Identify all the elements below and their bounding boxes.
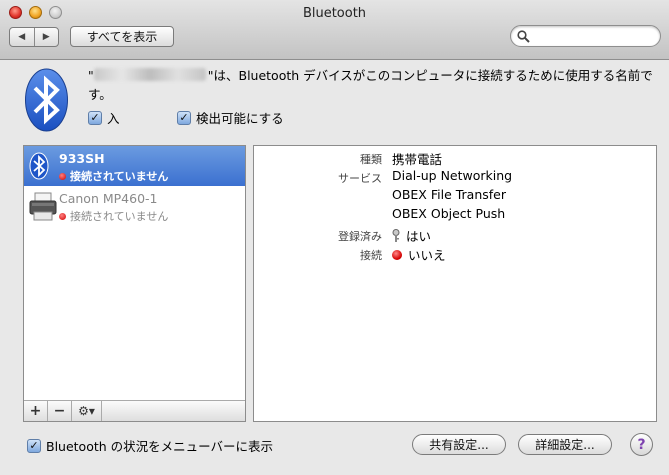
device-row-933sh[interactable]: 933SH 接続されていません [24, 146, 245, 186]
show-in-menubar-label: Bluetooth の状況をメニューバーに表示 [46, 439, 274, 454]
nav-segment: ◀ ▶ [9, 27, 59, 47]
device-status: 接続されていません [59, 208, 168, 224]
discoverable-checkbox-label: 検出可能にする [196, 111, 284, 126]
sharing-setup-button[interactable]: 共有設定... [412, 434, 506, 455]
disconnected-dot-icon [392, 249, 402, 260]
device-name: 933SH [59, 151, 105, 166]
checkmark-icon: ✓ [27, 438, 41, 453]
paired-value-text: はい [406, 229, 432, 244]
paired-value: はい [392, 226, 431, 245]
service-item: Dial-up Networking [392, 168, 513, 183]
connected-value: いいえ [392, 245, 446, 264]
show-in-menubar-checkbox[interactable]: ✓ Bluetooth の状況をメニューバーに表示 [27, 436, 273, 455]
bluetooth-icon [29, 152, 49, 180]
back-button[interactable]: ◀ [10, 28, 34, 46]
service-item: OBEX File Transfer [392, 187, 507, 202]
device-details: 種類 携帯電話 サービス Dial-up Networking OBEX Fil… [253, 145, 657, 422]
advanced-button[interactable]: 詳細設定... [518, 434, 612, 455]
help-button[interactable]: ? [630, 433, 653, 456]
paired-label: 登録済み [338, 230, 382, 243]
connected-label: 接続 [360, 249, 382, 262]
remove-device-button[interactable]: − [48, 401, 72, 421]
device-row-canon[interactable]: Canon MP460-1 接続されていません [24, 186, 245, 226]
checkmark-icon: ✓ [88, 110, 102, 125]
services-label: サービス [338, 172, 382, 185]
bluetooth-logo-icon [25, 68, 68, 132]
search-icon [517, 30, 530, 43]
detail-type-row: 種類 携帯電話 [254, 149, 654, 168]
window-title: Bluetooth [302, 6, 367, 21]
detail-services-row-3: OBEX Object Push [254, 206, 654, 225]
description-prefix: " [88, 68, 94, 83]
device-name: Canon MP460-1 [59, 191, 158, 206]
gear-menu-button[interactable]: ⚙▾ [72, 401, 102, 421]
printer-icon [29, 192, 57, 221]
device-status: 接続されていません [59, 168, 168, 184]
forward-button[interactable]: ▶ [33, 28, 59, 46]
device-status-text: 接続されていません [70, 170, 169, 183]
device-list-toolbar: + − ⚙▾ [24, 400, 245, 421]
discoverable-checkbox[interactable]: ✓ 検出可能にする [177, 108, 284, 127]
detail-services-row-2: OBEX File Transfer [254, 187, 654, 206]
key-icon [392, 228, 400, 242]
detail-connected-row: 接続 いいえ [254, 245, 654, 264]
disconnected-dot-icon [59, 172, 66, 180]
device-name-description: " "は、Bluetooth デバイスがこのコンピュータに接続するために使用する名… [88, 66, 658, 104]
power-checkbox[interactable]: ✓ 入 [88, 108, 120, 127]
disconnected-dot-icon [59, 212, 66, 220]
detail-services-row: サービス Dial-up Networking [254, 168, 654, 187]
checkmark-icon: ✓ [177, 110, 191, 125]
type-label: 種類 [360, 153, 382, 166]
show-all-button[interactable]: すべてを表示 [70, 26, 174, 47]
device-list: 933SH 接続されていません Canon MP460-1 接続されていません … [23, 145, 246, 422]
detail-paired-row: 登録済み はい [254, 226, 654, 245]
add-device-button[interactable]: + [24, 401, 48, 421]
connected-value-text: いいえ [408, 248, 446, 263]
title-bar: Bluetooth ◀ ▶ すべてを表示 [0, 0, 669, 60]
redacted-computer-name [93, 68, 206, 81]
device-status-text: 接続されていません [70, 210, 169, 223]
service-item: OBEX Object Push [392, 206, 506, 221]
type-value: 携帯電話 [392, 152, 443, 167]
search-field[interactable] [510, 25, 661, 47]
power-checkbox-label: 入 [107, 111, 120, 126]
